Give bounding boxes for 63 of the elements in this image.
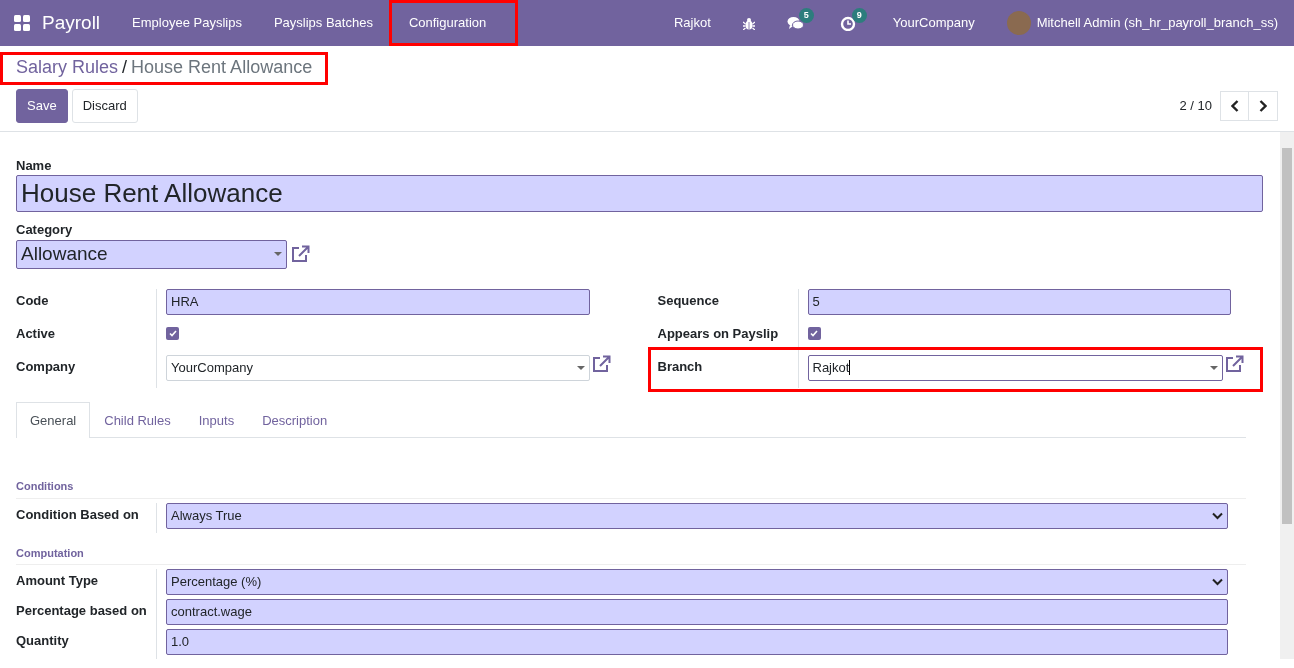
field-label: Company <box>16 358 76 374</box>
chevron-right-icon <box>1259 99 1267 112</box>
check-icon <box>168 329 177 337</box>
menu-item[interactable]: Employee Payslips <box>116 0 258 46</box>
checkbox[interactable] <box>807 326 821 340</box>
field-label: Appears on Payslip <box>657 325 779 341</box>
external-link-icon[interactable] <box>291 245 311 263</box>
branch-switcher[interactable]: Rajkot <box>657 0 727 46</box>
apps-menu-icon[interactable] <box>14 15 30 31</box>
name-field[interactable]: House Rent Allowance <box>16 175 1263 212</box>
menu-item[interactable]: Payslips Batches <box>257 0 389 46</box>
count-badge: 5 <box>798 7 814 23</box>
checkbox[interactable] <box>166 326 179 340</box>
dropdown-field[interactable]: YourCompany <box>166 354 590 381</box>
external-link-icon[interactable] <box>1225 354 1245 373</box>
tab[interactable]: Inputs <box>184 401 249 438</box>
category-dropdown[interactable]: Allowance <box>16 239 287 269</box>
avatar <box>1006 11 1031 35</box>
save-button[interactable]: Save <box>16 89 68 123</box>
previous-button[interactable] <box>1220 90 1249 121</box>
text-field[interactable]: contract.wage <box>166 599 1228 625</box>
field-label: Category <box>16 221 74 239</box>
breadcrumb-link[interactable]: Salary Rules <box>16 54 119 81</box>
section-title: Conditions <box>16 474 1246 499</box>
field-label: Quantity <box>16 633 69 648</box>
check-icon <box>810 329 818 337</box>
chat-icon[interactable] <box>786 15 804 31</box>
field-label: Amount Type <box>16 573 99 588</box>
tab[interactable]: General <box>16 401 91 438</box>
company-switcher[interactable]: YourCompany <box>876 0 991 46</box>
scrollbar[interactable] <box>1280 131 1294 659</box>
discard-button[interactable]: Discard <box>71 89 138 123</box>
text-field[interactable]: 5 <box>807 288 1231 315</box>
select-field[interactable]: Always True <box>166 502 1228 529</box>
chevron-left-icon <box>1230 99 1239 112</box>
field-label: Percentage based on <box>16 603 147 618</box>
text-field[interactable]: HRA <box>166 288 590 315</box>
field-label: Branch <box>657 358 703 374</box>
field-label: Active <box>16 325 56 341</box>
app-title[interactable]: Payroll <box>42 8 101 38</box>
next-button[interactable] <box>1249 90 1278 121</box>
field-label: Name <box>16 156 53 175</box>
chevron-down-icon <box>1212 511 1223 520</box>
menu-item[interactable]: Configuration <box>388 0 519 46</box>
breadcrumb-separator: / <box>122 56 128 79</box>
field-label: Sequence <box>657 292 719 308</box>
field-label: Condition Based on <box>16 506 139 522</box>
breadcrumb-current: House Rent Allowance <box>131 56 313 79</box>
text-field[interactable]: 1.0 <box>166 629 1228 655</box>
pager-counter: 2 / 10 <box>1179 97 1212 115</box>
dropdown-field[interactable]: Rajkot <box>807 354 1223 381</box>
field-label: Code <box>16 292 49 308</box>
chevron-down-icon <box>1212 578 1223 586</box>
tab[interactable]: Child Rules <box>90 401 185 438</box>
external-link-icon[interactable] <box>591 354 612 373</box>
user-menu[interactable]: Mitchell Admin (sh_hr_payroll_branch_ss) <box>990 0 1294 46</box>
count-badge: 9 <box>851 7 867 23</box>
clock-icon[interactable] <box>839 15 857 31</box>
tab[interactable]: Description <box>248 401 342 438</box>
section-title: Computation <box>16 540 1246 565</box>
user-name: Mitchell Admin (sh_hr_payroll_branch_ss) <box>1036 14 1278 33</box>
bug-icon[interactable] <box>742 16 755 30</box>
select-field[interactable]: Percentage (%) <box>166 569 1228 595</box>
